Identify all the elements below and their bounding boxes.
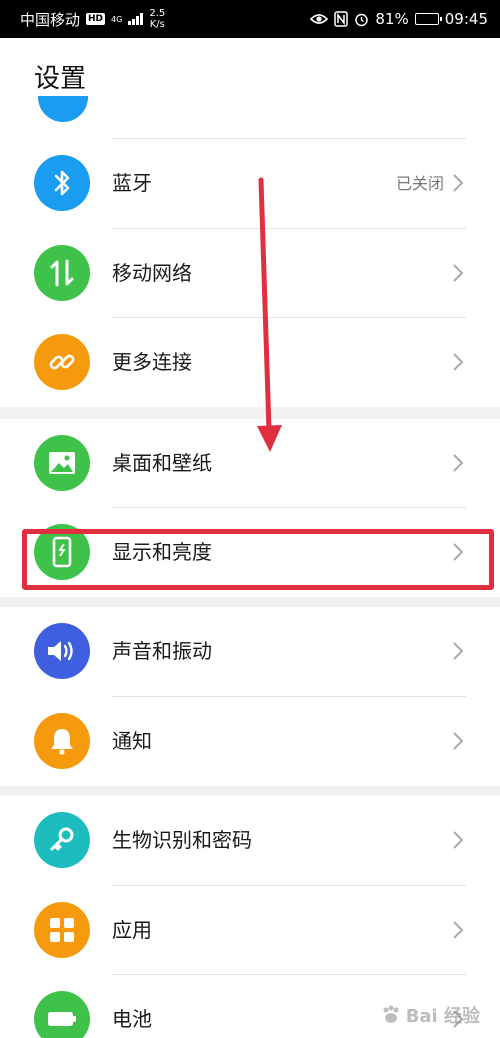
speaker-icon — [34, 623, 90, 679]
chevron-right-icon — [453, 921, 464, 939]
annotation-highlight-box — [22, 529, 494, 590]
annotation-arrow — [257, 177, 282, 452]
item-label: 应用 — [112, 918, 152, 942]
paw-logo-icon — [383, 1005, 399, 1023]
item-label: 声音和振动 — [112, 639, 212, 663]
group-separator — [0, 786, 500, 796]
settings-item-apps[interactable]: 应用 — [0, 886, 500, 975]
chevron-right-icon — [453, 732, 464, 750]
settings-item-sound-vibration[interactable]: 声音和振动 — [0, 607, 500, 696]
chevron-right-icon — [453, 642, 464, 660]
item-label: 电池 — [112, 1007, 152, 1031]
item-label: 通知 — [112, 729, 152, 753]
battery-icon — [34, 991, 90, 1038]
key-icon — [34, 812, 90, 868]
settings-item-notifications[interactable]: 通知 — [0, 697, 500, 786]
item-label: 生物识别和密码 — [112, 828, 252, 852]
settings-item-biometrics-password[interactable]: 生物识别和密码 — [0, 796, 500, 885]
group-separator — [0, 597, 500, 607]
bell-icon — [34, 713, 90, 769]
settings-screen: 中国移动 HD 4G 2.5 K/s 81% 09:45 设置 蓝牙 已关闭 移… — [0, 0, 500, 1038]
watermark: Bai 经验 — [380, 1002, 480, 1028]
watermark-text: Bai 经验 — [405, 1006, 480, 1027]
apps-grid-icon — [34, 902, 90, 958]
chevron-right-icon — [453, 831, 464, 849]
